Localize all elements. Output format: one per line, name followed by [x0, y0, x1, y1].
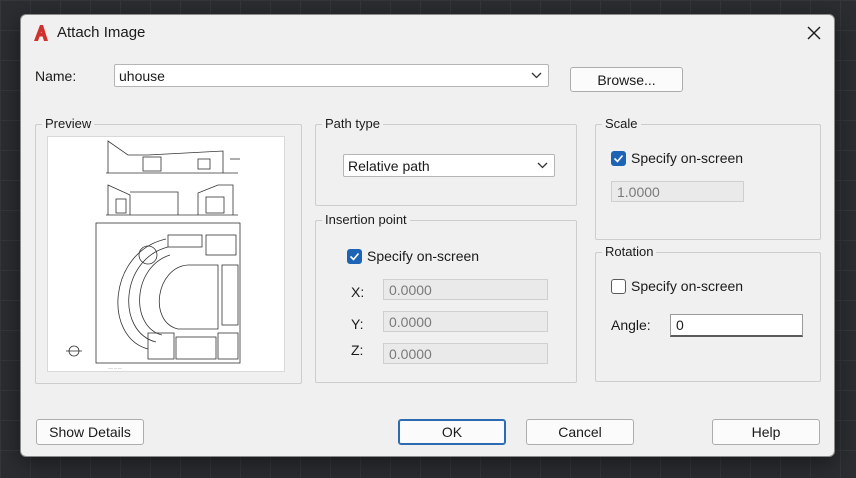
path-type-title: Path type [322, 116, 383, 131]
help-button[interactable]: Help [712, 419, 820, 445]
z-label: Z: [351, 342, 364, 358]
x-field[interactable]: 0.0000 [383, 279, 548, 300]
title-bar: Attach Image [21, 15, 834, 51]
checkbox-checked-icon [611, 150, 626, 166]
chevron-down-icon [531, 72, 542, 79]
y-field[interactable]: 0.0000 [383, 311, 548, 332]
z-field[interactable]: 0.0000 [383, 343, 548, 364]
show-details-button[interactable]: Show Details [36, 419, 144, 445]
rotation-specify-checkbox[interactable]: Specify on-screen [611, 278, 743, 294]
name-combobox[interactable]: uhouse [114, 64, 549, 87]
close-button[interactable] [798, 19, 830, 47]
checkbox-checked-icon [347, 248, 362, 264]
browse-button[interactable]: Browse... [570, 67, 683, 92]
scale-specify-label: Specify on-screen [631, 150, 744, 166]
name-value: uhouse [119, 67, 165, 84]
close-icon [807, 26, 821, 40]
cancel-button[interactable]: Cancel [526, 419, 634, 445]
dialog-title: Attach Image [57, 24, 146, 41]
y-label: Y: [351, 316, 364, 332]
ok-button[interactable]: OK [398, 419, 506, 445]
svg-text:----- --- ----: ----- --- ---- [108, 366, 122, 370]
angle-field[interactable]: 0 [670, 314, 803, 337]
x-label: X: [351, 284, 365, 300]
autocad-logo-icon [34, 25, 48, 41]
path-type-select[interactable]: Relative path [343, 154, 555, 177]
checkbox-unchecked-icon [611, 278, 626, 294]
insertion-specify-checkbox[interactable]: Specify on-screen [347, 248, 479, 264]
scale-specify-checkbox[interactable]: Specify on-screen [611, 150, 743, 166]
attach-image-dialog: Attach Image Name: uhouse Browse... Prev… [20, 14, 835, 457]
preview-title: Preview [42, 116, 95, 131]
insertion-specify-label: Specify on-screen [367, 248, 480, 264]
floor-plan-drawing: ----- --- ---- [66, 140, 241, 370]
chevron-down-icon [537, 162, 548, 169]
rotation-title: Rotation [602, 244, 657, 259]
scale-field[interactable]: 1.0000 [611, 181, 744, 202]
rotation-specify-label: Specify on-screen [631, 278, 744, 294]
preview-image: ----- --- ---- [47, 136, 285, 372]
insertion-point-title: Insertion point [322, 212, 410, 227]
angle-label: Angle: [611, 317, 651, 333]
path-type-value: Relative path [348, 157, 430, 174]
name-label: Name: [35, 68, 77, 84]
scale-title: Scale [602, 116, 641, 131]
